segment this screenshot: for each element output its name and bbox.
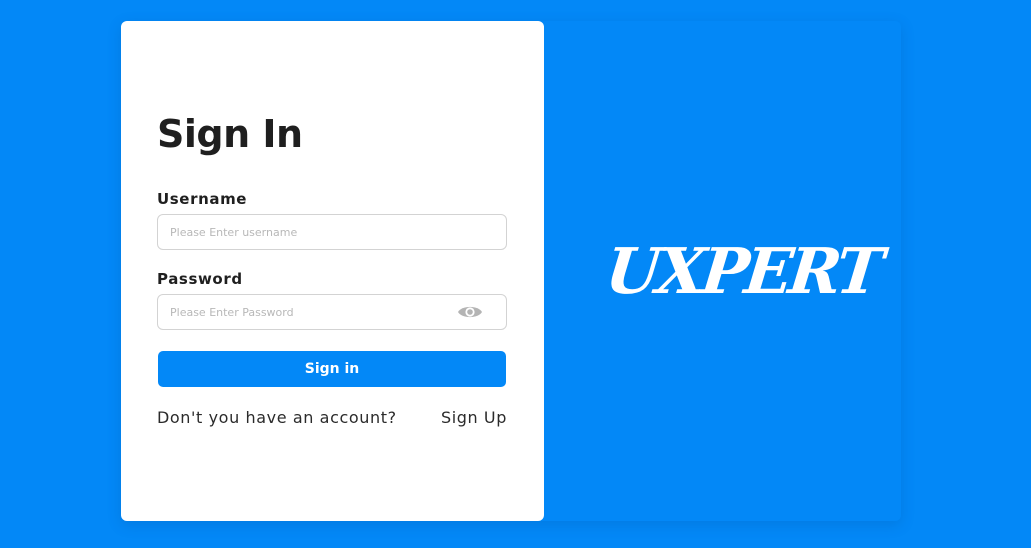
password-input[interactable] — [158, 295, 506, 329]
uxpert-logo: UXPERT — [602, 234, 884, 308]
sign-in-panel: Sign In Username Password Sign in Don't … — [121, 21, 544, 521]
brand-panel: UXPERT — [544, 21, 901, 521]
password-field-wrapper — [157, 294, 507, 330]
sign-in-button[interactable]: Sign in — [158, 351, 506, 387]
password-label: Password — [157, 270, 243, 288]
page-title: Sign In — [157, 112, 303, 156]
sign-up-link[interactable]: Sign Up — [441, 410, 507, 426]
no-account-text: Don't you have an account? — [157, 408, 397, 427]
eye-icon[interactable] — [457, 304, 483, 320]
username-label: Username — [157, 190, 248, 208]
username-field-wrapper — [157, 214, 507, 250]
username-input[interactable] — [158, 215, 506, 249]
